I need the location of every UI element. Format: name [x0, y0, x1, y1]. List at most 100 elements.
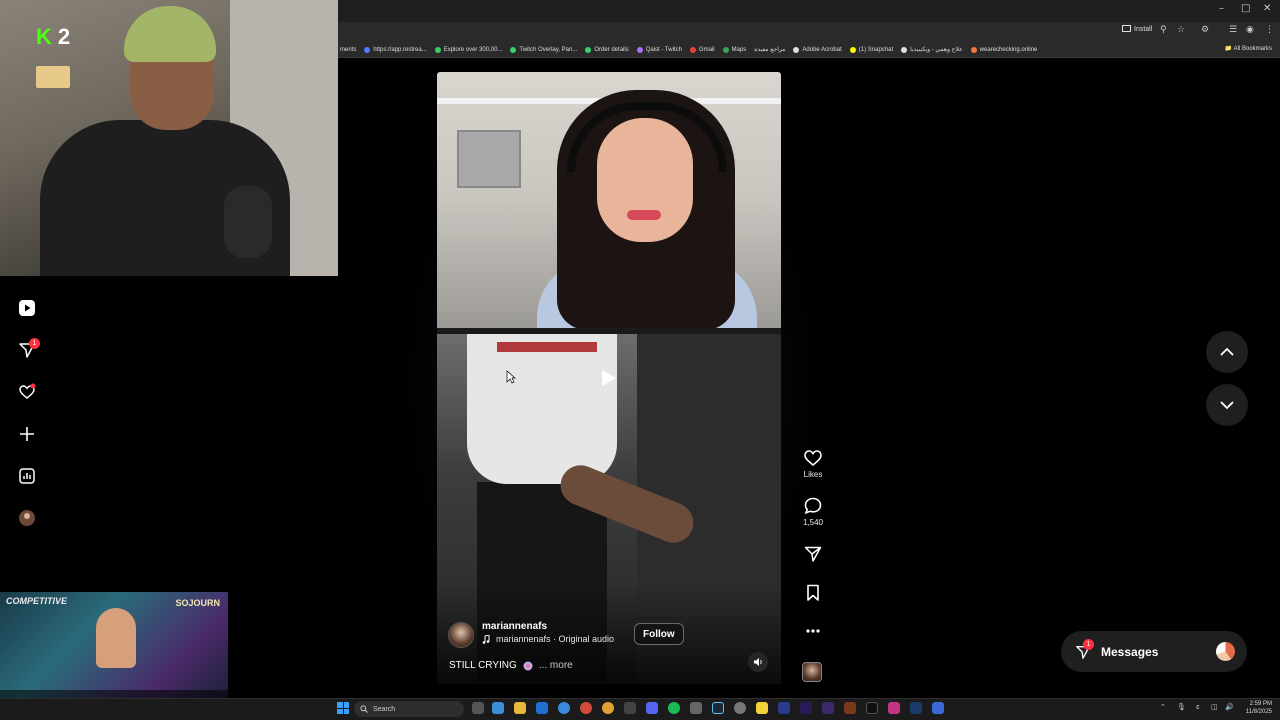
widgets-icon[interactable] [492, 702, 504, 714]
next-reel-button[interactable] [1206, 384, 1248, 426]
illustrator-icon[interactable] [844, 702, 856, 714]
like-heart-icon[interactable] [803, 448, 823, 467]
bookmark-favicon-icon [636, 46, 643, 53]
bookmark-5[interactable]: Qaist - Twitch [636, 46, 682, 53]
profile-icon [19, 510, 35, 526]
after-effects-icon[interactable] [778, 702, 790, 714]
bookmark-star-icon[interactable]: ☆ [1177, 25, 1185, 35]
sidebar-item-notifications[interactable] [17, 382, 37, 402]
premiere-icon[interactable] [800, 702, 812, 714]
bookmark-3[interactable]: Twitch Overlay, Pan... [510, 46, 577, 53]
bookmark-7[interactable]: Maps [722, 46, 746, 53]
bookmark-favicon-icon [364, 46, 371, 53]
browser-icon[interactable] [602, 702, 614, 714]
tray-chevron-icon[interactable]: ⌃ [1160, 703, 1166, 711]
share-icon[interactable] [803, 544, 823, 563]
reel-top-video [437, 72, 781, 328]
bookmark-9[interactable]: Adobe Acrobat [793, 46, 842, 53]
outlook-icon[interactable] [536, 702, 548, 714]
profile-icon-browser[interactable]: ◉ [1246, 25, 1254, 35]
bookmark-11[interactable]: علاج وهمي - ويكيبيديا [901, 46, 963, 53]
photoshop-icon[interactable] [910, 702, 922, 714]
comment-icon[interactable] [803, 496, 823, 515]
reel-player[interactable] [437, 72, 781, 684]
task-view-icon[interactable] [472, 702, 484, 714]
tray-volume-icon[interactable]: 🔊 [1225, 703, 1234, 711]
bookmark-8[interactable]: مراجع مفيدة [754, 46, 785, 53]
save-action[interactable] [800, 583, 826, 602]
zoom-icon[interactable]: ⚲ [1160, 25, 1167, 35]
bookmark-4[interactable]: Order details [585, 46, 629, 53]
extensions-icon[interactable]: ⚙ [1201, 25, 1209, 35]
webcam-microphone [224, 186, 272, 258]
bookmark-label: مراجع مفيدة [754, 47, 786, 53]
bookmark-6[interactable]: Gmail [689, 46, 715, 53]
comment-action[interactable]: 1,540 [800, 496, 826, 527]
share-action[interactable] [800, 544, 826, 563]
menu-dots-icon[interactable]: ⋮ [1265, 25, 1274, 35]
all-bookmarks[interactable]: 📁 All Bookmarks [1225, 45, 1272, 52]
spotify-icon[interactable] [668, 702, 680, 714]
messages-badge: 1 [29, 338, 40, 349]
taskbar-search[interactable]: Search [354, 701, 464, 717]
ae-icon[interactable] [822, 702, 834, 714]
file-explorer-icon[interactable] [514, 702, 526, 714]
tray-network-icon[interactable]: ◫ [1211, 703, 1218, 711]
discord-icon[interactable] [646, 702, 658, 714]
messages-button[interactable]: 1 Messages [1061, 631, 1247, 672]
bookmark-10[interactable]: (1) Snapchat [849, 46, 893, 53]
bookmark-label: ments [340, 46, 357, 53]
author-avatar[interactable] [448, 622, 474, 648]
like-action[interactable]: Likes [800, 448, 826, 479]
comments-count: 1,540 [802, 518, 824, 527]
sidebar-toggle-icon[interactable]: ☰ [1229, 25, 1237, 35]
taskbar-clock[interactable]: 2:59 PM 11/8/2025 [1246, 700, 1272, 716]
sidebar-item-profile[interactable] [17, 508, 37, 528]
audio-thumbnail[interactable] [802, 662, 822, 682]
bookmark-12[interactable]: wearechecking.online [970, 46, 1037, 53]
bookmark-0[interactable]: ments [340, 47, 356, 53]
chrome-icon[interactable] [558, 702, 570, 714]
sidebar-item-insights[interactable] [17, 466, 37, 486]
previous-reel-button[interactable] [1206, 331, 1248, 373]
game-character [96, 608, 136, 668]
more-options-action[interactable] [800, 624, 826, 638]
bookmark-1[interactable]: https://app.restrea... [364, 46, 427, 53]
play-icon[interactable] [599, 369, 617, 387]
tiktok-icon[interactable] [866, 702, 878, 714]
insights-icon [19, 468, 35, 484]
app-icon[interactable] [690, 702, 702, 714]
sidebar-item-messages[interactable]: 1 [17, 338, 40, 360]
steam-icon[interactable] [712, 702, 724, 714]
minimize-icon[interactable]: – [1219, 3, 1224, 14]
stream-logo-k: K [36, 24, 52, 49]
game-hero-label: SOJOURN [175, 598, 220, 608]
chrome-profile-icon[interactable] [580, 702, 592, 714]
tray-mic-icon[interactable]: 🎙 [1177, 703, 1186, 711]
search-icon [360, 705, 368, 713]
follow-button[interactable]: Follow [634, 623, 684, 645]
close-icon[interactable]: ✕ [1263, 3, 1271, 14]
sticky-notes-icon[interactable] [756, 702, 768, 714]
start-icon[interactable] [337, 702, 349, 714]
reel-info: mariannenafs mariannenafs · Original aud… [448, 620, 778, 680]
xbox-icon[interactable] [624, 702, 636, 714]
install-button[interactable]: Install [1122, 25, 1152, 33]
app-icon-3[interactable] [932, 702, 944, 714]
bookmark-2[interactable]: Explore over 300,00... [434, 46, 502, 53]
chevron-down-icon [1220, 401, 1234, 410]
app-icon-2[interactable] [734, 702, 746, 714]
maximize-icon[interactable]: □ [1241, 3, 1250, 14]
author-username[interactable]: mariannenafs [482, 621, 547, 632]
bookmark-icon[interactable] [803, 583, 823, 602]
reel-audio[interactable]: mariannenafs · Original audio [482, 634, 614, 644]
tray-language[interactable]: ε [1196, 703, 1200, 711]
sidebar-item-reels[interactable] [17, 298, 37, 318]
create-icon [20, 427, 34, 441]
more-dots-icon[interactable] [803, 624, 823, 638]
caption-more-link[interactable]: ... more [539, 660, 573, 671]
clock-time: 2:59 PM [1249, 701, 1272, 707]
sidebar-item-create[interactable] [17, 424, 37, 444]
mute-button[interactable] [748, 652, 768, 672]
instagram-icon[interactable] [888, 702, 900, 714]
